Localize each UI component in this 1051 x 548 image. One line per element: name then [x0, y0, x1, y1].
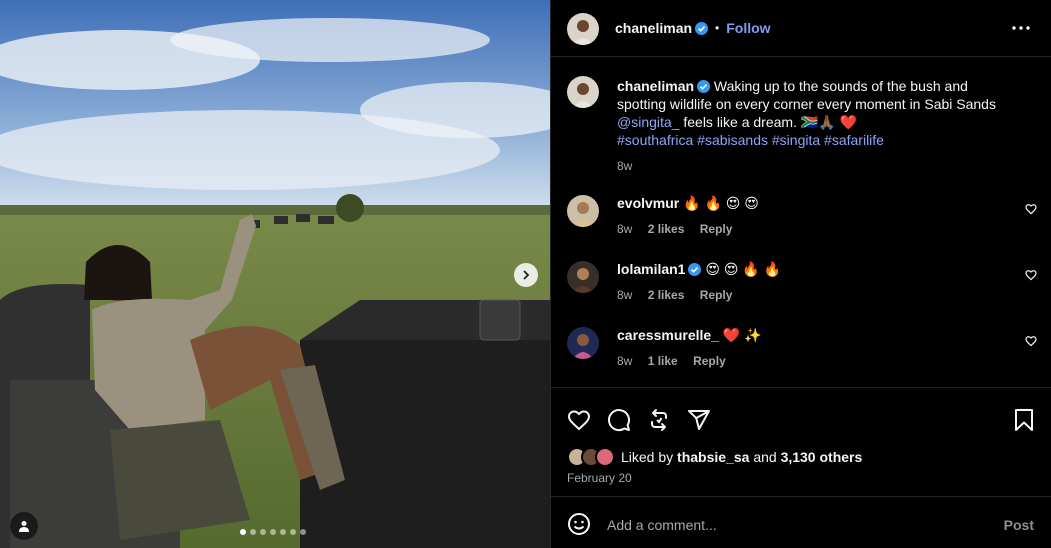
hashtag-link[interactable]: #sabisands [697, 132, 768, 148]
avatar-image [573, 334, 593, 359]
carousel-dot [240, 529, 246, 535]
liker-avatar [595, 447, 615, 467]
caption-time: 8w [617, 159, 633, 173]
caption-line-1: chaneliman Waking up to the sounds of th… [617, 77, 1017, 95]
likes-user[interactable]: thabsie_sa [677, 449, 749, 465]
verified-icon [695, 21, 709, 35]
more-icon[interactable] [1012, 26, 1030, 30]
chevron-right-icon [523, 270, 530, 280]
comment-text: evolvmur 🔥 🔥 😍 😍 [617, 195, 759, 212]
reply-button[interactable]: Reply [700, 222, 733, 236]
comment-likes[interactable]: 2 likes [648, 222, 685, 236]
hashtag-link[interactable]: #singita [772, 132, 820, 148]
comment-text: caressmurelle_ ❤️ ✨ [617, 327, 762, 344]
caption-text: spotting wildlife on every corner every … [617, 96, 996, 112]
post-header: chaneliman • Follow [551, 0, 1051, 57]
header-row: chaneliman • Follow [615, 20, 771, 36]
comment-body: 🔥 🔥 😍 😍 [683, 195, 759, 211]
heart-icon[interactable] [567, 408, 591, 432]
commenter-avatar[interactable] [567, 261, 599, 293]
save-icon[interactable] [1013, 408, 1035, 432]
commenter-username[interactable]: lolamilan1 [617, 261, 685, 277]
caption-username[interactable]: chaneliman [617, 78, 694, 94]
comment-meta: 8w 1 like Reply [617, 354, 726, 368]
user-tag-icon [19, 521, 29, 532]
action-bar [551, 387, 1051, 447]
heart-icon[interactable] [1025, 203, 1037, 215]
mention-link[interactable]: @singita_ [617, 114, 679, 130]
carousel-indicator [240, 529, 306, 535]
repost-icon[interactable] [647, 408, 671, 432]
carousel-dot [270, 529, 276, 535]
avatar-image [573, 20, 593, 45]
caption-text: Waking up to the sounds of the bush and [713, 78, 968, 94]
add-comment-bar: Post [551, 496, 1051, 548]
caption-line-3: @singita_ feels like a dream. 🇿🇦🙏🏾 ❤️ [617, 113, 1017, 131]
comment-likes[interactable]: 1 like [648, 354, 678, 368]
liker-avatars [567, 447, 617, 467]
likes-middle: and [753, 449, 777, 465]
comment-text: lolamilan1 😍 😍 🔥 🔥 [617, 261, 781, 278]
hashtag-link[interactable]: #southafrica [617, 132, 693, 148]
share-icon[interactable] [687, 408, 711, 432]
comment-likes[interactable]: 2 likes [648, 288, 685, 302]
comment-icon[interactable] [607, 408, 631, 432]
follow-button[interactable]: Follow [726, 20, 770, 36]
carousel-dot [250, 529, 256, 535]
post-date: February 20 [567, 471, 632, 485]
commenter-avatar[interactable] [567, 327, 599, 359]
comment-body: 😍 😍 🔥 🔥 [705, 261, 782, 277]
comment-item: evolvmur 🔥 🔥 😍 😍 8w 2 likes Reply [567, 195, 1037, 251]
reply-button[interactable]: Reply [700, 288, 733, 302]
post-comment-button[interactable]: Post [1004, 517, 1034, 533]
caption-text: feels like a dream. 🇿🇦🙏🏾 ❤️ [683, 114, 858, 130]
author-avatar[interactable] [567, 13, 599, 45]
carousel-dot [290, 529, 296, 535]
commenter-username[interactable]: caressmurelle_ [617, 327, 719, 343]
hashtag-link[interactable]: #safarilife [824, 132, 884, 148]
carousel-dot [280, 529, 286, 535]
comment-item: lolamilan1 😍 😍 🔥 🔥 8w 2 likes Reply [567, 261, 1037, 317]
tagged-users-button[interactable] [10, 512, 38, 540]
likes-others[interactable]: 3,130 others [781, 449, 863, 465]
comment-meta: 8w 2 likes Reply [617, 222, 732, 236]
caption-avatar[interactable] [567, 76, 599, 108]
post-caption: chaneliman Waking up to the sounds of th… [617, 77, 1017, 175]
avatar-image [573, 268, 593, 293]
comment-item: caressmurelle_ ❤️ ✨ 8w 1 like Reply [567, 327, 1037, 383]
carousel-dot [260, 529, 266, 535]
reply-button[interactable]: Reply [693, 354, 726, 368]
carousel-dot [300, 529, 306, 535]
comment-body: ❤️ ✨ [722, 327, 762, 343]
comment-time: 8w [617, 288, 633, 302]
comment-time: 8w [617, 222, 633, 236]
avatar-image [573, 202, 593, 227]
avatar-image [573, 83, 593, 108]
heart-icon[interactable] [1025, 269, 1037, 281]
comment-input[interactable] [607, 517, 967, 533]
commenter-username[interactable]: evolvmur [617, 195, 679, 211]
heart-icon[interactable] [1025, 335, 1037, 347]
emoji-icon[interactable] [567, 512, 591, 536]
post-photo[interactable] [0, 0, 550, 548]
header-separator: • [715, 21, 720, 35]
safari-photo [0, 0, 550, 548]
commenter-avatar[interactable] [567, 195, 599, 227]
verified-icon [688, 263, 702, 276]
comment-time: 8w [617, 354, 633, 368]
verified-icon [697, 80, 711, 93]
next-photo-button[interactable] [514, 263, 538, 287]
hashtag-row: #southafrica #sabisands #singita #safari… [617, 131, 1017, 149]
author-username[interactable]: chaneliman [615, 20, 692, 36]
likes-prefix: Liked by [621, 449, 674, 465]
likes-summary[interactable]: Liked by thabsie_sa and 3,130 others [567, 447, 862, 467]
post-details-panel: chaneliman • Follow chaneliman Waking up… [550, 0, 1051, 548]
comment-meta: 8w 2 likes Reply [617, 288, 732, 302]
